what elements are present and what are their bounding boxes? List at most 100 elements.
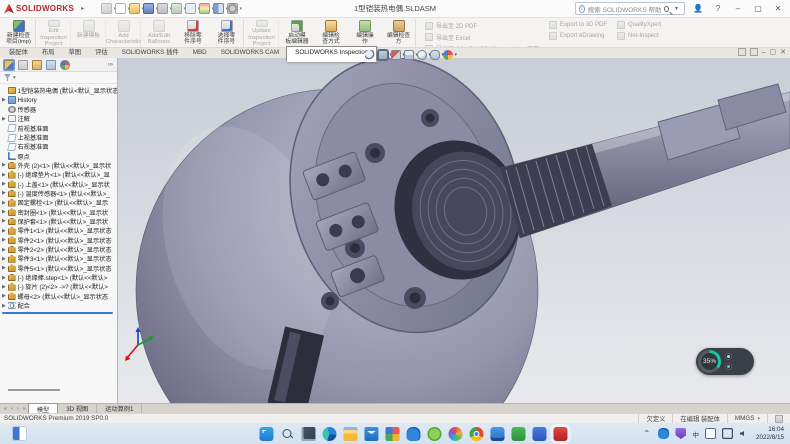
doc-window-icon[interactable] [738,48,746,56]
widgets-icon[interactable] [12,426,27,441]
expand-arrow-icon[interactable]: ▶ [2,209,8,215]
quick-access-button[interactable]: ▾ [213,3,224,14]
tree-item[interactable]: ▶ 固定螺栓<1> (默认<<默认>_显示 [2,198,117,207]
ribbon-tab[interactable]: SOLIDWORKS CAM [214,47,286,58]
status-display-cell[interactable] [767,414,790,423]
ime-mode-icon[interactable] [705,428,716,439]
taskbar-app-icon[interactable] [406,427,420,441]
tree-item[interactable]: ▶ (-) 绝缘垫片<1> (默认<<默认>_显 [2,170,117,179]
minimize-button[interactable]: – [731,4,745,13]
tree-item[interactable]: ▶ 密封圈<1> (默认<<默认>_显示状 [2,207,117,216]
taskbar-app-icon[interactable] [532,427,546,441]
unit-system[interactable]: MMGS▾ [727,414,767,423]
expand-arrow-icon[interactable]: ▶ [2,237,8,243]
tree-item[interactable]: ▶ (-) 绝缘棒.step<1> (默认<<默认> [2,273,117,282]
ribbon-button[interactable]: Edit Inspection Project [37,19,71,47]
search-dropdown-icon[interactable]: ▾ [675,5,678,12]
tree-item[interactable]: ▶ 保护套<1> (默认<<默认>_显示状 [2,217,117,226]
taskbar-app-icon[interactable] [427,427,441,441]
tab-scroll-last-icon[interactable]: » [21,406,28,412]
display-icon[interactable] [722,428,733,439]
taskbar-app-icon[interactable] [364,427,378,441]
ribbon-button[interactable]: 编辑检查 方 [382,19,416,47]
expand-arrow-icon[interactable]: ▶ [2,181,8,187]
tree-item[interactable]: ▶ 零件2<1> (默认<<默认>_显示状态 [2,236,117,245]
security-icon[interactable] [675,428,686,439]
taskbar-app-icon[interactable] [322,427,336,441]
toolbar-expand-icon[interactable]: ▸ [81,5,84,12]
taskbar-app-icon[interactable] [385,427,399,441]
ribbon-button[interactable]: 新建模板 [72,19,106,47]
ribbon-button[interactable]: 新建检查 项目(imp) [2,19,36,47]
tree-item[interactable]: ▶ 外壳 (2)<1> (默认<<默认>_显示状 [2,161,117,170]
expand-arrow-icon[interactable]: ▶ [2,172,8,178]
expand-arrow-icon[interactable]: ▶ [2,218,8,224]
ribbon-tab[interactable]: 装配体 [2,45,35,58]
ribbon-button[interactable]: 编辑操 作 [348,19,382,47]
ribbon-button[interactable]: 移除零 件序号 [176,19,210,47]
view-tool-icon[interactable]: ▾ [430,50,440,60]
graphics-viewport[interactable]: 35% [118,58,790,403]
tree-filter[interactable]: ▾ [0,72,117,84]
expand-arrow-icon[interactable]: ▶ [2,247,8,253]
ribbon-button[interactable]: 选择零 件序号 [210,19,244,47]
quick-access-button[interactable]: ▾ [227,3,238,14]
recorder-overlay[interactable]: 35% [696,348,754,375]
view-tool-icon[interactable]: ▾ [404,50,414,60]
quick-access-button[interactable]: ▾ [199,3,210,14]
search-icon[interactable] [664,6,669,12]
ribbon-button[interactable]: Update Inspection Project [245,19,279,47]
tree-item[interactable]: ▶ 前视基准面 [2,123,117,132]
expand-arrow-icon[interactable]: ▶ [2,200,8,206]
taskbar-app-icon[interactable] [343,427,357,441]
tree-item[interactable]: ▶ 零件2<2> (默认<<默认>_显示状态 [2,245,117,254]
ime-language-button[interactable]: 中 [692,429,699,439]
ribbon-tab[interactable]: 布局 [35,45,62,58]
quick-access-button[interactable]: ▾ [157,3,168,14]
taskbar-clock[interactable]: 16:04 2022/8/15 [756,426,784,441]
ribbon-tab[interactable]: 评估 [88,45,115,58]
quick-access-button[interactable]: ▾ [143,3,154,14]
expand-arrow-icon[interactable]: ▶ [2,284,8,290]
expand-arrow-icon[interactable]: ▶ [2,265,8,271]
rollback-bar[interactable] [2,312,113,314]
taskbar-app-icon[interactable] [301,427,315,441]
onedrive-icon[interactable] [658,428,669,439]
quick-access-button[interactable]: ▾ [185,3,196,14]
hidden-icons-chevron[interactable] [641,428,652,439]
tree-item[interactable]: ▶ 传感器 [2,105,117,114]
ribbon-button[interactable]: 启动模 板编辑器 [280,19,314,47]
taskbar-app-icon[interactable] [553,427,567,441]
close-button[interactable]: ✕ [771,4,785,13]
expand-arrow-icon[interactable]: ▶ [2,275,8,281]
taskbar-app-icon[interactable] [469,427,483,441]
ribbon-tab[interactable]: 草图 [61,45,88,58]
tab-scroll-first-icon[interactable]: « [2,406,9,412]
quick-access-button[interactable]: ▾ [101,3,112,14]
expand-arrow-icon[interactable]: ▶ [2,190,8,196]
ribbon-button[interactable]: Add Characteristic [107,19,141,47]
view-tool-icon[interactable]: ▾ [365,50,375,60]
quick-access-button[interactable]: ▾ [115,3,126,14]
view-tool-icon[interactable]: ▾ [391,50,401,60]
tree-item[interactable]: ▶ 注解 [2,114,117,123]
quick-access-button[interactable]: ▾ [171,3,182,14]
taskbar-app-icon[interactable] [511,427,525,441]
doc-minimize-icon[interactable]: – [762,49,766,56]
tree-item[interactable]: ▶ (-) 上盖<1> (默认<<默认>_显示状 [2,179,117,188]
tree-item[interactable]: ▶ 配合 [2,301,117,310]
tree-item[interactable]: ▶ 螺母<2> (默认<<默认>_显示状态 [2,292,117,301]
ribbon-tab[interactable]: MBD [186,47,214,58]
view-tool-icon[interactable]: ▾ [417,50,427,60]
panel-tab-overflow-icon[interactable]: ›» [108,62,113,68]
expand-arrow-icon[interactable]: ▶ [2,293,8,299]
taskbar-app-icon[interactable] [259,427,273,441]
taskbar-app-icon[interactable] [448,427,462,441]
search-box[interactable]: i 搜索 SOLIDWORKS 帮助 ▾ [575,2,685,15]
propertymanager-tab[interactable] [18,60,28,70]
tree-item[interactable]: ▶ 1型铠装热电偶 (默认<默认_显示状态-1 [2,86,117,95]
recorder-button-1[interactable] [725,353,732,360]
view-tool-icon[interactable]: ▾ [443,50,453,60]
tree-item[interactable]: ▶ 原点 [2,151,117,160]
doc-restore-icon[interactable]: ▢ [770,48,777,56]
